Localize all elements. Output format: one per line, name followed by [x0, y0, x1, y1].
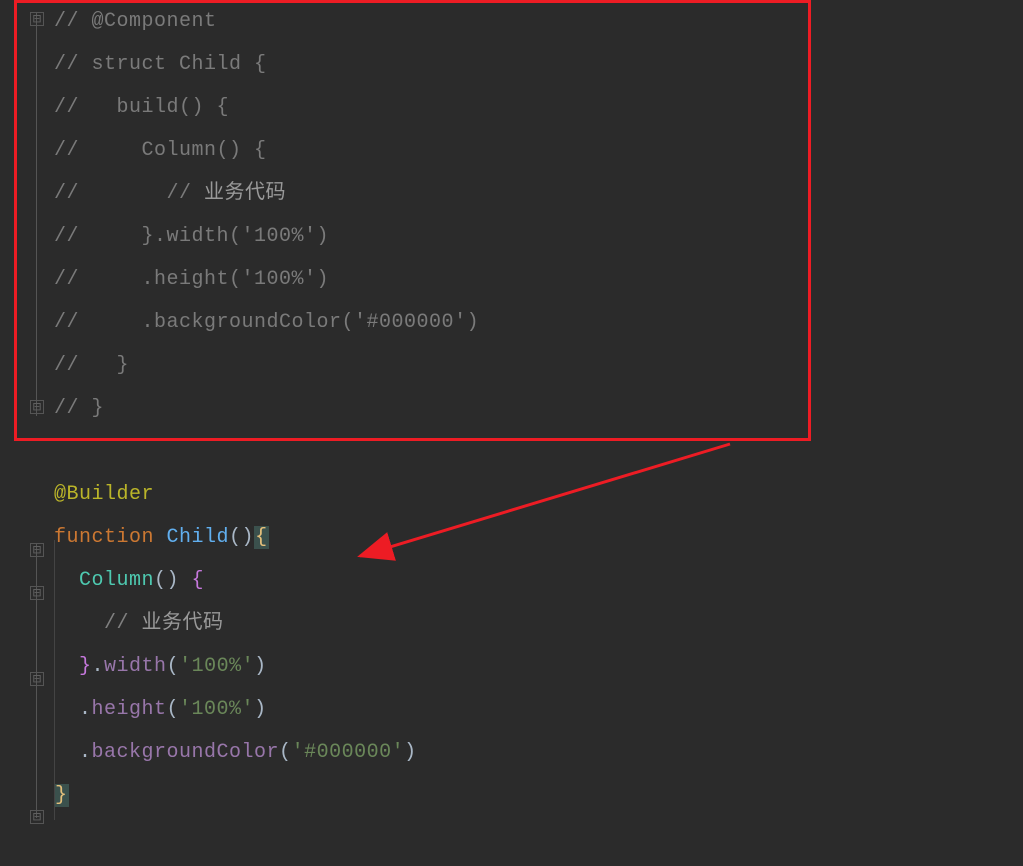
comment-prefix: // — [104, 612, 142, 635]
string-literal: '#000000' — [292, 741, 405, 764]
fold-minus-icon[interactable]: ⊟ — [30, 810, 44, 824]
indent: . — [54, 741, 92, 764]
brace-open: { — [254, 526, 269, 549]
code-line[interactable]: // // 业务代码 — [54, 172, 1023, 215]
code-line[interactable]: // .backgroundColor('#000000') — [54, 301, 1023, 344]
fold-minus-icon[interactable]: ⊟ — [30, 672, 44, 686]
code-line[interactable]: // struct Child { — [54, 43, 1023, 86]
indent — [54, 569, 79, 592]
code-line[interactable]: // } — [54, 387, 1023, 430]
comment-text: // Column() { — [54, 139, 267, 162]
code-line[interactable]: } — [54, 774, 1023, 817]
comment-text: // } — [54, 397, 104, 420]
fold-minus-icon[interactable]: ⊟ — [30, 12, 44, 26]
comment-text: // @Component — [54, 10, 217, 33]
code-line[interactable]: // }.width('100%') — [54, 215, 1023, 258]
paren-open: ( — [167, 698, 180, 721]
string-literal: '100%' — [179, 655, 254, 678]
paren: () — [154, 569, 192, 592]
code-line[interactable]: // .height('100%') — [54, 258, 1023, 301]
function-name: Child — [167, 526, 230, 549]
code-line[interactable]: function Child(){ — [54, 516, 1023, 559]
method-name: width — [104, 655, 167, 678]
code-line[interactable]: // } — [54, 344, 1023, 387]
comment-text: // build() { — [54, 96, 229, 119]
code-line[interactable]: Column() { — [54, 559, 1023, 602]
paren: () — [229, 526, 254, 549]
code-line[interactable]: .height('100%') — [54, 688, 1023, 731]
paren-close: ) — [254, 655, 267, 678]
indent: . — [54, 698, 92, 721]
indent-guide — [54, 540, 55, 820]
brace-open: { — [192, 569, 205, 592]
code-line[interactable] — [54, 430, 1023, 473]
indent — [54, 612, 104, 635]
indent — [54, 655, 79, 678]
fold-minus-icon[interactable]: ⊟ — [30, 586, 44, 600]
comment-text: // }.width('100%') — [54, 225, 329, 248]
fold-line — [36, 12, 37, 416]
method-name: backgroundColor — [92, 741, 280, 764]
string-literal: '100%' — [179, 698, 254, 721]
dot: . — [92, 655, 105, 678]
paren-open: ( — [167, 655, 180, 678]
code-line[interactable]: .backgroundColor('#000000') — [54, 731, 1023, 774]
comment-cn: 业务代码 — [142, 612, 224, 635]
comment-text: // .backgroundColor('#000000') — [54, 311, 479, 334]
comment-cn: 业务代码 — [204, 182, 286, 205]
code-editor[interactable]: ⊟ ⊟ ⊟ ⊟ ⊟ ⊟ // @Component // struct Chil… — [0, 0, 1023, 866]
gutter: ⊟ ⊟ ⊟ ⊟ ⊟ ⊟ — [0, 0, 48, 866]
paren-close: ) — [254, 698, 267, 721]
paren-open: ( — [279, 741, 292, 764]
fold-minus-icon[interactable]: ⊟ — [30, 400, 44, 414]
keyword-text: function — [54, 526, 167, 549]
fold-minus-icon[interactable]: ⊟ — [30, 543, 44, 557]
brace-close: } — [79, 655, 92, 678]
code-line[interactable]: // build() { — [54, 86, 1023, 129]
comment-text: // // — [54, 182, 204, 205]
brace-close: } — [54, 784, 69, 807]
code-line[interactable]: // 业务代码 — [54, 602, 1023, 645]
code-line[interactable]: // @Component — [54, 0, 1023, 43]
code-line[interactable]: }.width('100%') — [54, 645, 1023, 688]
method-name: height — [92, 698, 167, 721]
paren-close: ) — [404, 741, 417, 764]
comment-text: // struct Child { — [54, 53, 267, 76]
type-name: Column — [79, 569, 154, 592]
annotation-text: @Builder — [54, 483, 154, 506]
comment-text: // .height('100%') — [54, 268, 329, 291]
code-line[interactable]: @Builder — [54, 473, 1023, 516]
code-area[interactable]: // @Component // struct Child { // build… — [48, 0, 1023, 866]
code-line[interactable]: // Column() { — [54, 129, 1023, 172]
comment-text: // } — [54, 354, 129, 377]
